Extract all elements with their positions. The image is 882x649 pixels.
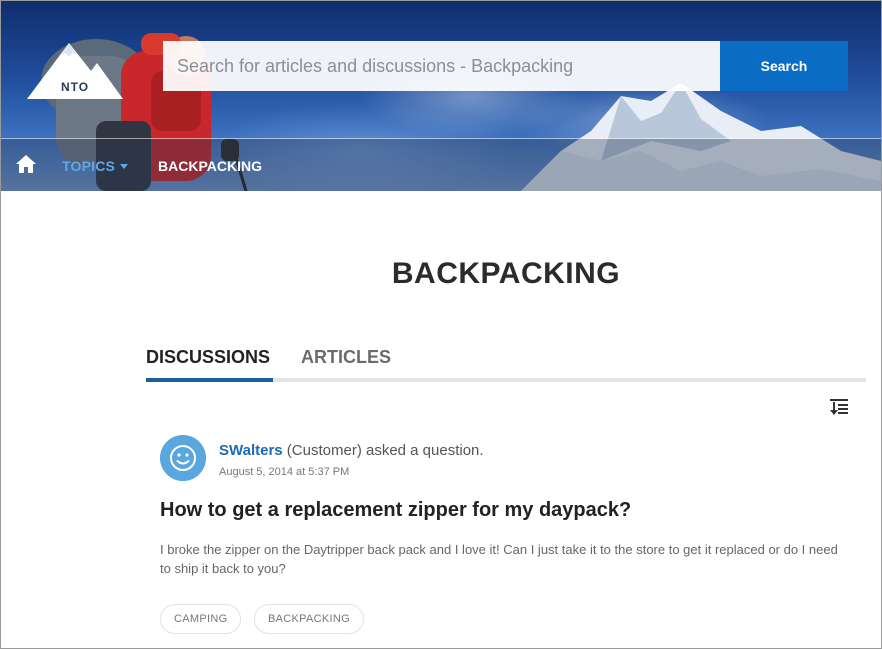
author-role-text: (Customer) asked a question. <box>282 442 484 459</box>
tab-bar: DISCUSSIONS ARTICLES <box>146 347 866 382</box>
nav-current-topic[interactable]: BACKPACKING <box>158 158 262 174</box>
tab-discussions[interactable]: DISCUSSIONS <box>146 347 270 368</box>
topics-label: TOPICS <box>62 158 116 174</box>
tab-articles[interactable]: ARTICLES <box>301 347 391 368</box>
topics-menu[interactable]: TOPICS <box>62 158 129 174</box>
post-timestamp[interactable]: August 5, 2014 at 5:37 PM <box>219 466 349 478</box>
sort-icon[interactable] <box>830 398 848 415</box>
search-input[interactable] <box>163 41 720 91</box>
chevron-down-icon <box>120 163 129 169</box>
logo-text: NTO <box>60 80 90 94</box>
tab-active-indicator <box>146 378 273 382</box>
question-title[interactable]: How to get a replacement zipper for my d… <box>160 499 631 522</box>
topic-tag-camping[interactable]: CAMPING <box>160 604 242 634</box>
home-icon[interactable] <box>16 155 36 173</box>
question-body: I broke the zipper on the Daytripper bac… <box>160 542 838 576</box>
search-button[interactable]: Search <box>720 41 848 91</box>
feed-item-header: SWalters (Customer) asked a question. <box>219 442 484 459</box>
topic-tag-backpacking[interactable]: BACKPACKING <box>254 604 364 634</box>
page-title: BACKPACKING <box>391 257 621 290</box>
avatar[interactable] <box>160 435 206 481</box>
author-link[interactable]: SWalters <box>219 442 283 459</box>
navigation-bar <box>1 139 881 191</box>
